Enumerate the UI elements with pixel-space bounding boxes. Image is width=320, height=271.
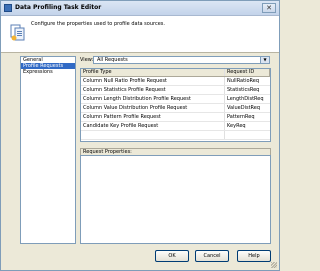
view-dropdown[interactable]: All Requests ▼ (93, 56, 270, 64)
table-row[interactable]: Column Pattern Profile Request PatternRe… (81, 113, 270, 122)
table-row[interactable]: Column Length Distribution Profile Reque… (81, 95, 270, 104)
table-row[interactable]: Column Value Distribution Profile Reques… (81, 104, 270, 113)
profile-type-cell[interactable]: Column Length Distribution Profile Reque… (81, 95, 225, 103)
nav-item-expressions[interactable]: Expressions (21, 69, 75, 75)
request-id-cell[interactable] (225, 131, 270, 139)
request-id-cell[interactable]: PatternReq (225, 113, 270, 121)
chevron-down-icon[interactable]: ▼ (260, 57, 269, 63)
request-id-cell[interactable]: KeyReq (225, 122, 270, 130)
dialog-window: Data Profiling Task Editor ✕ Configure t… (0, 0, 280, 271)
table-row[interactable]: Column Statistics Profile Request Statis… (81, 86, 270, 95)
close-button[interactable]: ✕ (262, 3, 276, 13)
request-properties-header: Request Properties: (80, 148, 271, 155)
dialog-header: Configure the properties used to profile… (1, 16, 279, 53)
table-row[interactable]: Column Null Ratio Profile Request NullRa… (81, 77, 270, 86)
request-id-cell[interactable]: LengthDistReq (225, 95, 270, 103)
resize-grip-icon[interactable] (271, 262, 277, 268)
profile-type-cell[interactable]: Column Statistics Profile Request (81, 86, 225, 94)
profile-type-cell[interactable]: Column Null Ratio Profile Request (81, 77, 225, 85)
data-profiling-task-icon (10, 24, 25, 41)
view-label: View: (80, 57, 94, 63)
profile-type-cell[interactable]: Column Pattern Profile Request (81, 113, 225, 121)
profile-type-cell[interactable]: Candidate Key Profile Request (81, 122, 225, 130)
help-button[interactable]: Help (237, 250, 271, 262)
column-header-request-id[interactable]: Request ID (225, 69, 270, 76)
new-request-row[interactable] (81, 131, 270, 140)
view-dropdown-value: All Requests (97, 57, 128, 63)
title-bar[interactable]: Data Profiling Task Editor ✕ (1, 1, 279, 16)
request-properties-grid[interactable] (80, 155, 271, 244)
request-id-cell[interactable]: ValueDistReq (225, 104, 270, 112)
request-id-cell[interactable]: StatisticsReq (225, 86, 270, 94)
requests-grid: Profile Type Request ID Column Null Rati… (80, 68, 271, 142)
column-header-profile-type[interactable]: Profile Type (81, 69, 225, 76)
nav-list: General Profile Requests Expressions (20, 56, 76, 244)
window-title: Data Profiling Task Editor (15, 4, 102, 11)
profile-type-cell[interactable]: Column Value Distribution Profile Reques… (81, 104, 225, 112)
request-id-cell[interactable]: NullRatioReq (225, 77, 270, 85)
profile-requests-panel: View: All Requests ▼ Profile Type Reques… (80, 56, 271, 244)
ok-button[interactable]: OK (155, 250, 189, 262)
profile-type-cell[interactable] (81, 131, 225, 139)
cancel-button[interactable]: Cancel (195, 250, 229, 262)
table-row[interactable]: Candidate Key Profile Request KeyReq (81, 122, 270, 131)
grid-header: Profile Type Request ID (81, 69, 270, 77)
header-description: Configure the properties used to profile… (31, 21, 165, 27)
app-icon (4, 4, 12, 12)
